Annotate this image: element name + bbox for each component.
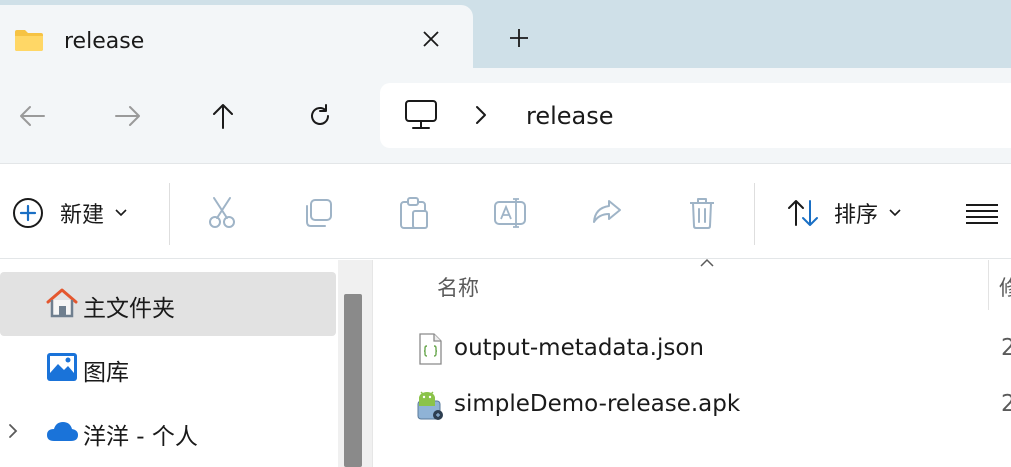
- rename-button[interactable]: [492, 195, 528, 231]
- forward-button[interactable]: [108, 96, 148, 136]
- plus-circle-icon: [13, 198, 43, 228]
- refresh-icon: [311, 104, 329, 125]
- sort-icon: [788, 200, 818, 226]
- close-icon: [423, 31, 439, 47]
- file-name: output-metadata.json: [454, 335, 704, 361]
- this-pc-icon: [405, 100, 437, 129]
- sort-button[interactable]: 排序: [786, 195, 902, 231]
- scrollbar-thumb[interactable]: [344, 294, 362, 467]
- new-button-label: 新建: [60, 203, 105, 228]
- chevron-down-icon: [115, 209, 127, 217]
- sidebar-item-label: 图库: [83, 360, 129, 386]
- delete-icon: [690, 198, 714, 229]
- column-header-date[interactable]: 修: [999, 272, 1011, 302]
- tab-close-button[interactable]: [415, 23, 447, 55]
- arrow-right-icon: [115, 106, 140, 126]
- json-file-icon: [419, 333, 442, 365]
- file-date: 2: [1001, 391, 1011, 417]
- sidebar-item-label: 洋洋 - 个人: [83, 424, 198, 450]
- file-list: 名称 修 output-metadata.json 2 simpleDemo-r…: [373, 258, 1011, 467]
- sidebar-item-onedrive[interactable]: 洋洋 - 个人: [0, 400, 336, 464]
- refresh-button[interactable]: [300, 96, 340, 136]
- chevron-right-icon[interactable]: [474, 105, 488, 125]
- file-name: simpleDemo-release.apk: [454, 391, 741, 417]
- address-bar[interactable]: release: [380, 83, 1011, 148]
- new-tab-button[interactable]: [503, 22, 535, 54]
- folder-icon: [15, 30, 43, 51]
- tab-strip: release: [0, 0, 1011, 68]
- arrow-up-icon: [213, 104, 233, 129]
- navigation-bar: release: [0, 68, 1011, 164]
- home-icon: [45, 286, 79, 320]
- paste-icon: [400, 197, 428, 229]
- chevron-down-icon: [889, 209, 901, 217]
- navigation-pane: 主文件夹 图库 洋洋 - 个人: [0, 260, 372, 467]
- sort-button-label: 排序: [834, 203, 879, 228]
- paste-button[interactable]: [396, 195, 432, 231]
- toolbar-divider: [169, 183, 170, 245]
- view-icon: [966, 204, 998, 224]
- rename-icon: [494, 198, 526, 228]
- up-button[interactable]: [203, 96, 243, 136]
- sort-ascending-icon: [700, 258, 714, 267]
- gallery-icon: [45, 350, 79, 384]
- onedrive-icon: [45, 414, 79, 448]
- view-button[interactable]: [964, 197, 1000, 229]
- arrow-left-icon: [20, 106, 45, 126]
- sidebar-item-label: 主文件夹: [83, 296, 175, 322]
- column-divider[interactable]: [988, 260, 989, 310]
- tab-release[interactable]: release: [0, 5, 473, 68]
- sidebar-item-gallery[interactable]: 图库: [0, 336, 336, 400]
- copy-button[interactable]: [300, 195, 336, 231]
- plus-icon: [510, 29, 528, 47]
- copy-icon: [306, 199, 332, 227]
- sidebar-item-home[interactable]: 主文件夹: [0, 272, 336, 336]
- apk-file-icon: [417, 391, 443, 420]
- delete-button[interactable]: [684, 195, 720, 231]
- tab-title: release: [64, 29, 145, 54]
- address-path[interactable]: release: [526, 102, 614, 130]
- command-bar: 新建 排序: [0, 165, 1011, 259]
- toolbar-divider: [754, 183, 755, 245]
- column-header-name[interactable]: 名称: [437, 272, 479, 302]
- new-button[interactable]: 新建: [12, 195, 128, 231]
- file-date: 2: [1001, 335, 1011, 361]
- chevron-right-icon[interactable]: [6, 422, 20, 440]
- file-row[interactable]: output-metadata.json 2: [373, 321, 1011, 375]
- file-row[interactable]: simpleDemo-release.apk 2: [373, 377, 1011, 431]
- cut-icon: [209, 197, 235, 228]
- share-button[interactable]: [588, 195, 624, 231]
- back-button[interactable]: [12, 96, 52, 136]
- cut-button[interactable]: [204, 195, 240, 231]
- share-icon: [593, 200, 621, 223]
